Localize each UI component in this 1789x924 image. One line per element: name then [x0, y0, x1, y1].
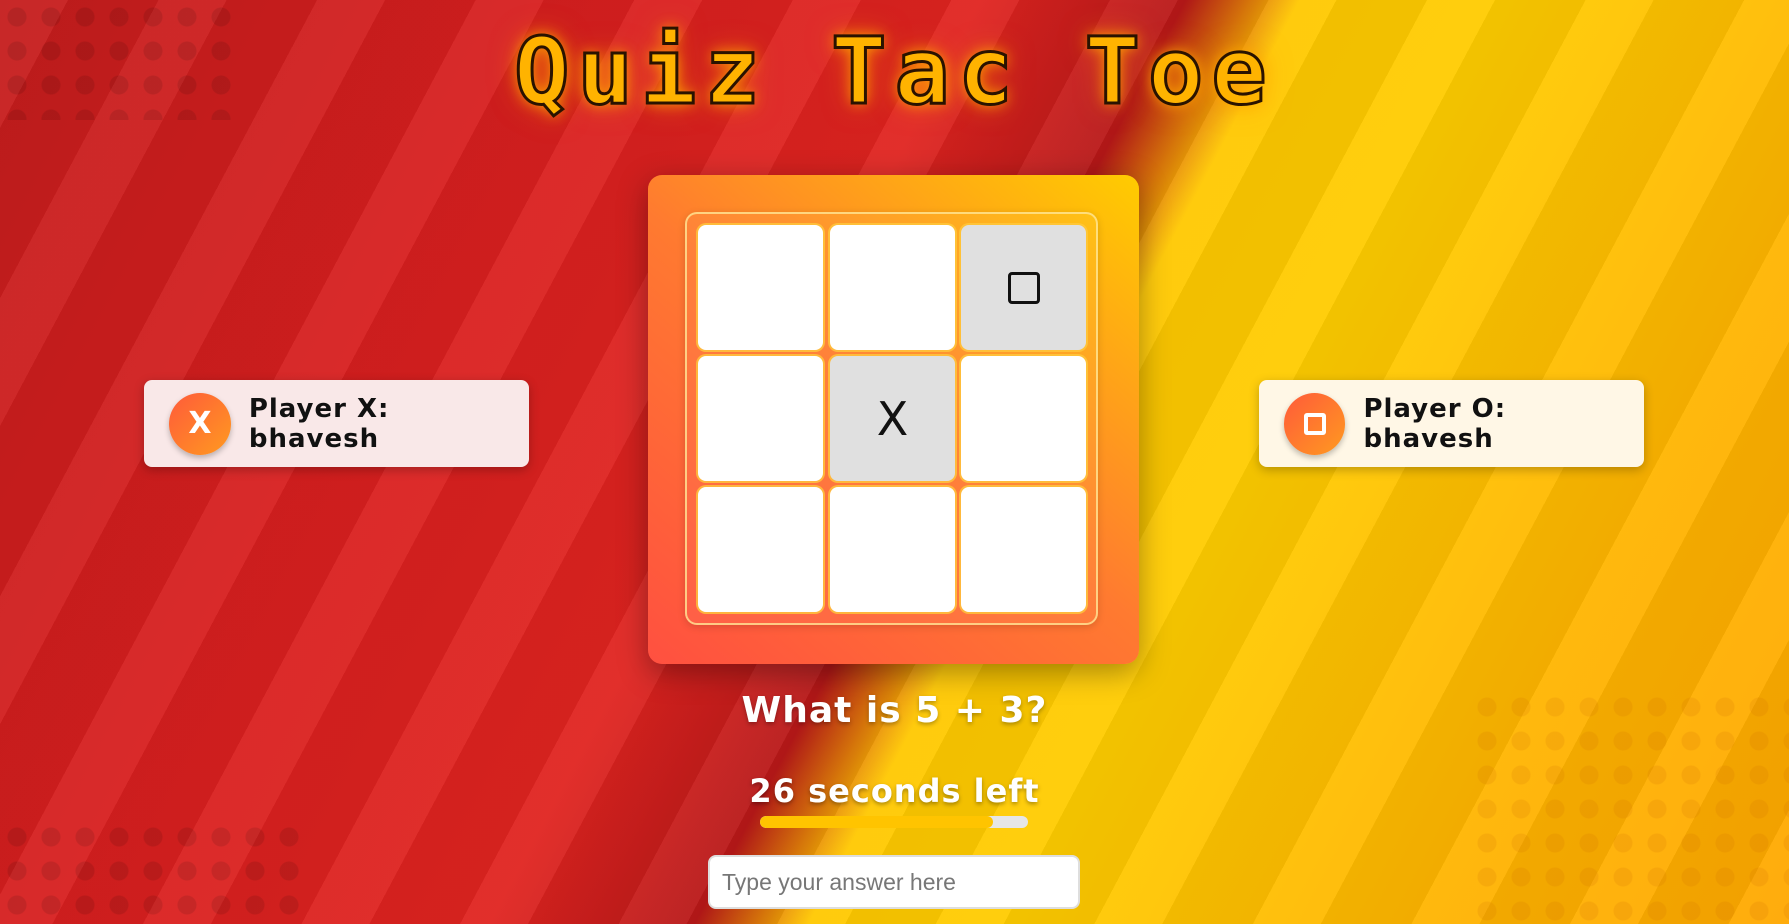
- player-o-name: Player O: bhavesh: [1363, 393, 1507, 454]
- board-cell-9[interactable]: [961, 487, 1086, 612]
- board-cell-2[interactable]: [830, 225, 955, 350]
- quiz-question: What is 5 + 3?: [741, 690, 1048, 731]
- board-cell-3[interactable]: [961, 225, 1086, 350]
- timer-bar: [760, 816, 1028, 828]
- player-x-name: Player X: bhavesh: [248, 393, 390, 454]
- board-panel: X: [648, 175, 1139, 664]
- board-cell-5[interactable]: X: [830, 356, 955, 481]
- game-title: Quiz Tac Toe: [513, 17, 1275, 127]
- board-cell-7[interactable]: [698, 487, 823, 612]
- answer-input[interactable]: [708, 855, 1080, 909]
- player-x-avatar: X: [169, 392, 231, 455]
- x-mark: X: [876, 391, 909, 446]
- o-mark: [1007, 271, 1040, 304]
- player-o-avatar: [1284, 392, 1346, 455]
- board-cell-4[interactable]: [698, 356, 823, 481]
- board-cell-8[interactable]: [830, 487, 955, 612]
- board-cell-1[interactable]: [698, 225, 823, 350]
- game-board: X: [685, 212, 1098, 625]
- x-icon: X: [188, 406, 212, 441]
- background-dots: [0, 820, 300, 924]
- o-icon: [1303, 412, 1326, 435]
- timer-text: 26 seconds left: [749, 772, 1040, 810]
- timer-bar-fill: [760, 816, 994, 828]
- board-cell-6[interactable]: [961, 356, 1086, 481]
- player-x-card: X Player X: bhavesh: [144, 380, 529, 467]
- player-o-card: Player O: bhavesh: [1259, 380, 1644, 467]
